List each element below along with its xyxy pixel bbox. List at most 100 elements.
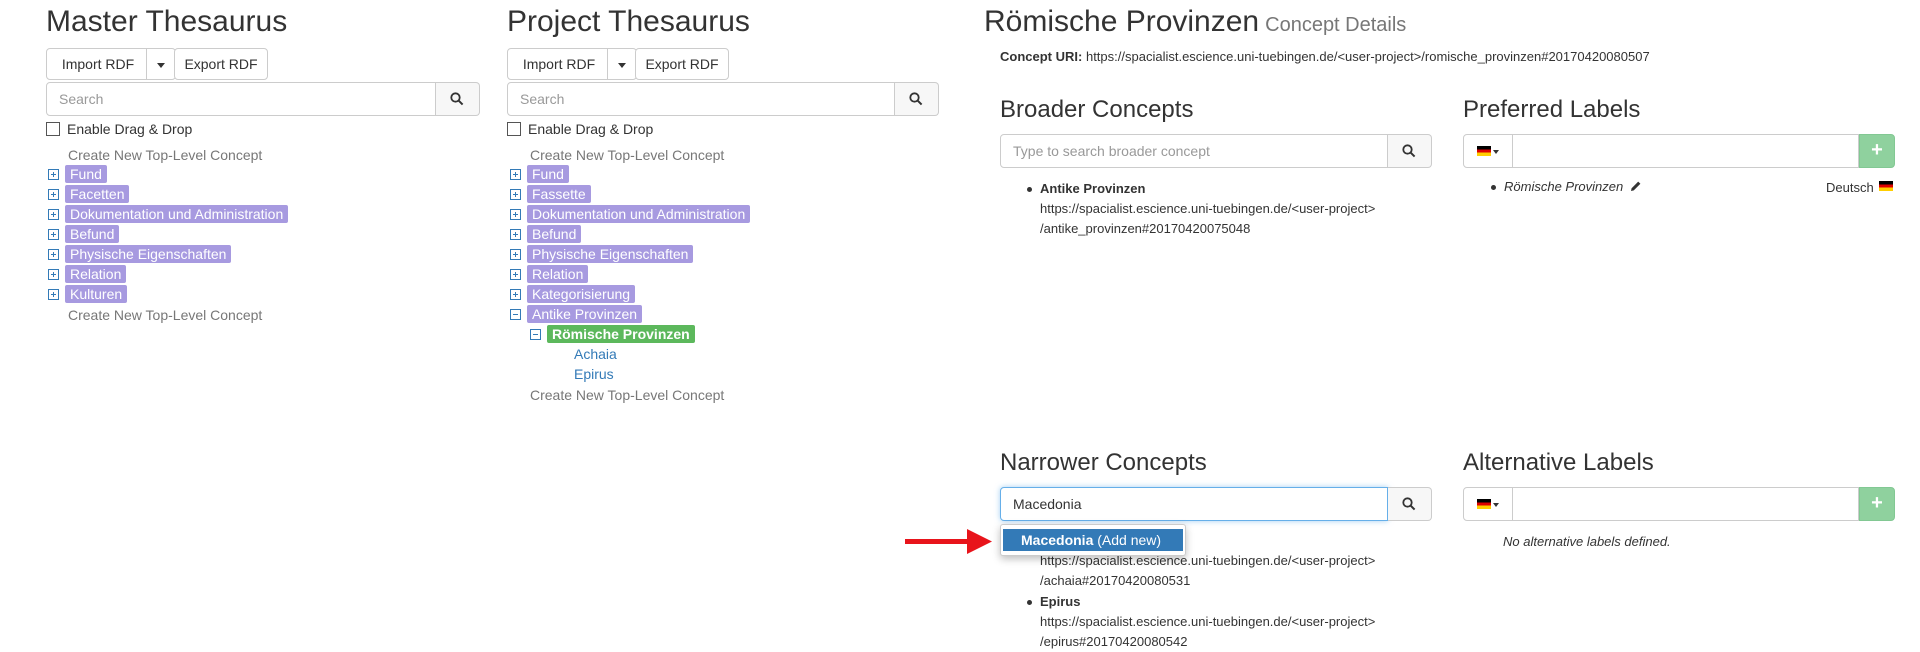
selected-concept-label[interactable]: Römische Provinzen bbox=[547, 325, 695, 343]
broader-search-input[interactable] bbox=[1000, 134, 1388, 168]
expand-icon[interactable] bbox=[48, 169, 59, 180]
concept-label[interactable]: Fund bbox=[527, 165, 569, 183]
alternative-language-dropdown[interactable] bbox=[1463, 487, 1513, 521]
german-flag-icon bbox=[1477, 146, 1491, 156]
concept-details-heading: Römische Provinzen Concept Details bbox=[984, 2, 1406, 45]
drag-drop-label: Enable Drag & Drop bbox=[528, 121, 654, 137]
preferred-labels-title: Preferred Labels bbox=[1463, 96, 1641, 123]
narrower-search-input[interactable] bbox=[1000, 487, 1388, 521]
checkbox-icon[interactable] bbox=[46, 122, 60, 136]
project-search-button[interactable] bbox=[895, 82, 939, 116]
master-tree-item-dokumentation[interactable]: Dokumentation und Administration bbox=[48, 205, 289, 225]
concept-label[interactable]: Physische Eigenschaften bbox=[65, 245, 232, 263]
alternative-labels-title: Alternative Labels bbox=[1463, 449, 1654, 476]
concept-label[interactable]: Antike Provinzen bbox=[527, 305, 643, 323]
project-import-rdf-button[interactable]: Import RDF bbox=[507, 48, 611, 80]
expand-icon[interactable] bbox=[510, 289, 521, 300]
preferred-language-dropdown[interactable] bbox=[1463, 134, 1513, 168]
suggestion-add-new-option[interactable]: Macedonia (Add new) bbox=[1003, 529, 1183, 551]
caret-down-icon bbox=[157, 62, 165, 68]
caret-down-icon bbox=[1493, 503, 1499, 507]
concept-label[interactable]: Physische Eigenschaften bbox=[527, 245, 694, 263]
master-create-top-level-link[interactable]: Create New Top-Level Concept bbox=[68, 147, 262, 163]
project-tree-item-fassette[interactable]: Fassette bbox=[510, 185, 591, 205]
preferred-label-language: Deutsch bbox=[1826, 180, 1894, 195]
concept-label[interactable]: Befund bbox=[527, 225, 582, 243]
concept-label[interactable]: Fassette bbox=[527, 185, 591, 203]
language-name: Deutsch bbox=[1826, 180, 1874, 195]
master-import-rdf-button[interactable]: Import RDF bbox=[46, 48, 150, 80]
project-tree-item-kategorisierung[interactable]: Kategorisierung bbox=[510, 285, 636, 305]
expand-icon[interactable] bbox=[48, 249, 59, 260]
concept-label[interactable]: Dokumentation und Administration bbox=[65, 205, 289, 223]
master-export-rdf-button[interactable]: Export RDF bbox=[174, 48, 268, 80]
master-tree-item-kulturen[interactable]: Kulturen bbox=[48, 285, 128, 305]
expand-icon[interactable] bbox=[48, 229, 59, 240]
red-arrow-annotation-icon bbox=[905, 529, 992, 554]
expand-icon[interactable] bbox=[510, 209, 521, 220]
project-tree-item-physische[interactable]: Physische Eigenschaften bbox=[510, 245, 694, 265]
search-icon bbox=[1402, 144, 1416, 158]
project-create-top-level-link[interactable]: Create New Top-Level Concept bbox=[530, 147, 724, 163]
master-import-dropdown-toggle[interactable] bbox=[146, 48, 176, 80]
master-tree-item-relation[interactable]: Relation bbox=[48, 265, 127, 285]
expand-icon[interactable] bbox=[510, 169, 521, 180]
narrower-partial-item: https://spacialist.escience.uni-tuebinge… bbox=[1040, 551, 1375, 591]
narrower-search-button[interactable] bbox=[1388, 487, 1432, 521]
narrower-concept-name[interactable]: Epirus bbox=[1040, 594, 1080, 609]
alternative-label-input[interactable] bbox=[1513, 487, 1859, 521]
concept-label[interactable]: Relation bbox=[65, 265, 127, 283]
project-search-input[interactable] bbox=[507, 82, 895, 116]
project-create-bottom-link[interactable]: Create New Top-Level Concept bbox=[530, 387, 724, 403]
expand-icon[interactable] bbox=[510, 269, 521, 280]
master-create-bottom-link[interactable]: Create New Top-Level Concept bbox=[68, 307, 262, 323]
preferred-label-text: Römische Provinzen bbox=[1504, 179, 1624, 194]
concept-name: Römische Provinzen bbox=[984, 5, 1260, 38]
master-tree-item-befund[interactable]: Befund bbox=[48, 225, 120, 245]
project-tree-item-relation[interactable]: Relation bbox=[510, 265, 589, 285]
project-tree-item-befund[interactable]: Befund bbox=[510, 225, 582, 245]
master-drag-drop-toggle[interactable]: Enable Drag & Drop bbox=[46, 121, 192, 137]
pencil-icon[interactable] bbox=[1630, 180, 1642, 192]
project-tree-item-antike-provinzen[interactable]: Antike Provinzen bbox=[510, 305, 643, 325]
expand-icon[interactable] bbox=[48, 209, 59, 220]
master-tree-item-physische[interactable]: Physische Eigenschaften bbox=[48, 245, 232, 265]
concept-label[interactable]: Kulturen bbox=[65, 285, 128, 303]
checkbox-icon[interactable] bbox=[507, 122, 521, 136]
concept-label[interactable]: Facetten bbox=[65, 185, 130, 203]
concept-label[interactable]: Befund bbox=[65, 225, 120, 243]
add-preferred-label-button[interactable]: + bbox=[1859, 134, 1895, 168]
expand-icon[interactable] bbox=[48, 189, 59, 200]
broader-concept-uri-line2: /antike_provinzen#20170420075048 bbox=[1040, 221, 1251, 236]
expand-icon[interactable] bbox=[510, 229, 521, 240]
concept-label[interactable]: Relation bbox=[527, 265, 589, 283]
collapse-icon[interactable] bbox=[530, 329, 541, 340]
expand-icon[interactable] bbox=[48, 269, 59, 280]
project-drag-drop-toggle[interactable]: Enable Drag & Drop bbox=[507, 121, 653, 137]
concept-label[interactable]: Kategorisierung bbox=[527, 285, 636, 303]
master-tree-item-fund[interactable]: Fund bbox=[48, 165, 107, 185]
expand-icon[interactable] bbox=[510, 189, 521, 200]
add-alternative-label-button[interactable]: + bbox=[1859, 487, 1895, 521]
broader-search-button[interactable] bbox=[1388, 134, 1432, 168]
project-tree-item-fund[interactable]: Fund bbox=[510, 165, 569, 185]
project-tree-item-romische-provinzen[interactable]: Römische Provinzen bbox=[530, 325, 695, 345]
broader-concepts-title: Broader Concepts bbox=[1000, 96, 1194, 123]
expand-icon[interactable] bbox=[48, 289, 59, 300]
expand-icon[interactable] bbox=[510, 249, 521, 260]
project-export-rdf-button[interactable]: Export RDF bbox=[635, 48, 729, 80]
broader-concept-name[interactable]: Antike Provinzen bbox=[1040, 181, 1145, 196]
project-tree-item-epirus[interactable]: Epirus bbox=[574, 366, 614, 382]
concept-label[interactable]: Dokumentation und Administration bbox=[527, 205, 751, 223]
project-tree-item-dokumentation[interactable]: Dokumentation und Administration bbox=[510, 205, 751, 225]
collapse-icon[interactable] bbox=[510, 309, 521, 320]
preferred-label-input[interactable] bbox=[1513, 134, 1859, 168]
master-search-button[interactable] bbox=[436, 82, 480, 116]
master-search-input[interactable] bbox=[46, 82, 436, 116]
project-import-dropdown-toggle[interactable] bbox=[607, 48, 637, 80]
broader-concept-item: Antike Provinzen https://spacialist.esci… bbox=[1027, 179, 1375, 239]
caret-down-icon bbox=[618, 62, 626, 68]
master-tree-item-facetten[interactable]: Facetten bbox=[48, 185, 130, 205]
concept-label[interactable]: Fund bbox=[65, 165, 107, 183]
project-tree-item-achaia[interactable]: Achaia bbox=[574, 346, 617, 362]
